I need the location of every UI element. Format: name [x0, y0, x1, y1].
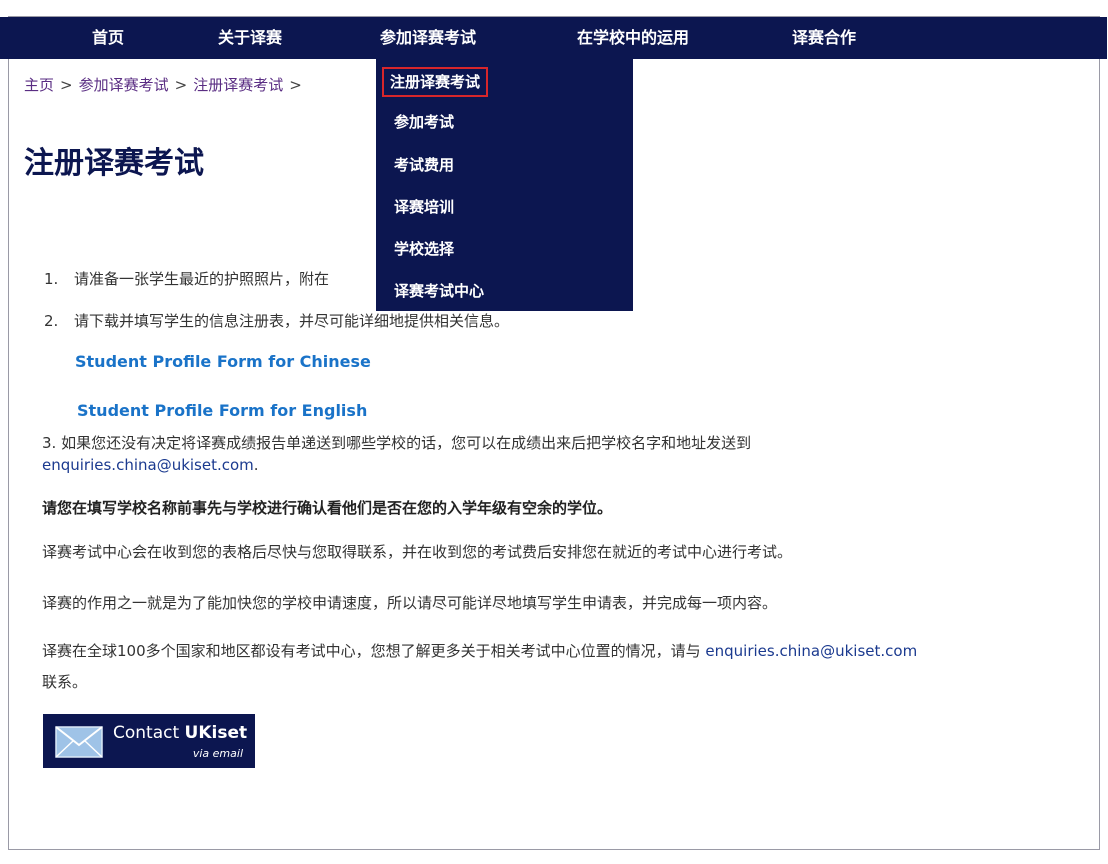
- envelope-icon: [55, 726, 103, 758]
- contact-ukiset-button[interactable]: Contact UKiset via email: [43, 714, 255, 768]
- centres-text: 译赛在全球100多个国家和地区都设有考试中心，您想了解更多关于相关考试中心位置的…: [42, 642, 706, 660]
- paragraph-purpose: 译赛的作用之一就是为了能加快您的学校申请速度，所以请尽可能详尽地填写学生申请表，…: [42, 594, 778, 612]
- school-confirm-note: 请您在填写学校名称前事先与学校进行确认看他们是否在您的入学年级有空余的学位。: [42, 499, 613, 517]
- step-text: 请下载并填写学生的信息注册表，并尽可能详细地提供相关信息。: [74, 312, 510, 330]
- nav-item-school-use[interactable]: 在学校中的运用: [577, 17, 689, 59]
- contact-button-label: Contact UKiset: [113, 723, 247, 743]
- dropdown-item-register[interactable]: 注册译赛考试: [382, 67, 489, 97]
- nav-item-about[interactable]: 关于译赛: [218, 17, 282, 59]
- dropdown-item-training[interactable]: 译赛培训: [394, 196, 454, 218]
- contact-label-prefix: Contact: [113, 723, 185, 743]
- step-3-suffix: .: [253, 456, 259, 474]
- page-title: 注册译赛考试: [24, 146, 204, 181]
- breadcrumb-separator: >: [174, 76, 188, 94]
- step-1: 1. 请准备一张学生最近的护照照片，附在: [44, 268, 329, 289]
- step-2: 2. 请下载并填写学生的信息注册表，并尽可能详细地提供相关信息。: [44, 310, 509, 331]
- step-text: 请准备一张学生最近的护照照片，附在: [74, 270, 330, 288]
- breadcrumb-separator: >: [289, 76, 302, 94]
- paragraph-centres-suffix: 联系。: [42, 673, 88, 691]
- breadcrumb-register[interactable]: 注册译赛考试: [193, 76, 283, 94]
- paragraph-centres: 译赛在全球100多个国家和地区都设有考试中心，您想了解更多关于相关考试中心位置的…: [42, 640, 917, 661]
- step-3-email-line: enquiries.china@ukiset.com.: [42, 456, 259, 474]
- breadcrumb: 主页 > 参加译赛考试 > 注册译赛考试 >: [24, 74, 308, 95]
- contact-label-brand: UKiset: [184, 723, 248, 743]
- student-profile-form-english-link[interactable]: Student Profile Form for English: [77, 401, 367, 420]
- step-number: 2.: [44, 312, 59, 330]
- nav-item-home[interactable]: 首页: [92, 17, 124, 59]
- nav-item-take-exam[interactable]: 参加译赛考试: [380, 17, 476, 59]
- top-navbar: 首页 关于译赛 参加译赛考试 在学校中的运用 译赛合作: [0, 17, 1107, 59]
- dropdown-item-centres[interactable]: 译赛考试中心: [394, 280, 484, 302]
- dropdown-item-school-choice[interactable]: 学校选择: [394, 238, 454, 260]
- take-exam-dropdown: 注册译赛考试 参加考试 考试费用 译赛培训 学校选择 译赛考试中心: [376, 59, 633, 311]
- nav-item-cooperation[interactable]: 译赛合作: [792, 17, 856, 59]
- email-link[interactable]: enquiries.china@ukiset.com: [705, 642, 917, 660]
- email-link[interactable]: enquiries.china@ukiset.com: [42, 456, 254, 474]
- breadcrumb-home[interactable]: 主页: [24, 76, 54, 94]
- contact-button-sub: via email: [192, 747, 243, 760]
- breadcrumb-separator: >: [60, 76, 73, 94]
- student-profile-form-chinese-link[interactable]: Student Profile Form for Chinese: [75, 352, 371, 371]
- step-3-text: 3. 如果您还没有决定将译赛成绩报告单递送到哪些学校的话，您可以在成绩出来后把学…: [42, 434, 752, 452]
- dropdown-item-take-test[interactable]: 参加考试: [394, 111, 454, 133]
- step-number: 1.: [44, 270, 59, 288]
- breadcrumb-take-exam[interactable]: 参加译赛考试: [79, 76, 169, 94]
- paragraph-contact-info: 译赛考试中心会在收到您的表格后尽快与您取得联系，并在收到您的考试费后安排您在就近…: [42, 543, 793, 561]
- dropdown-item-fees[interactable]: 考试费用: [394, 154, 454, 176]
